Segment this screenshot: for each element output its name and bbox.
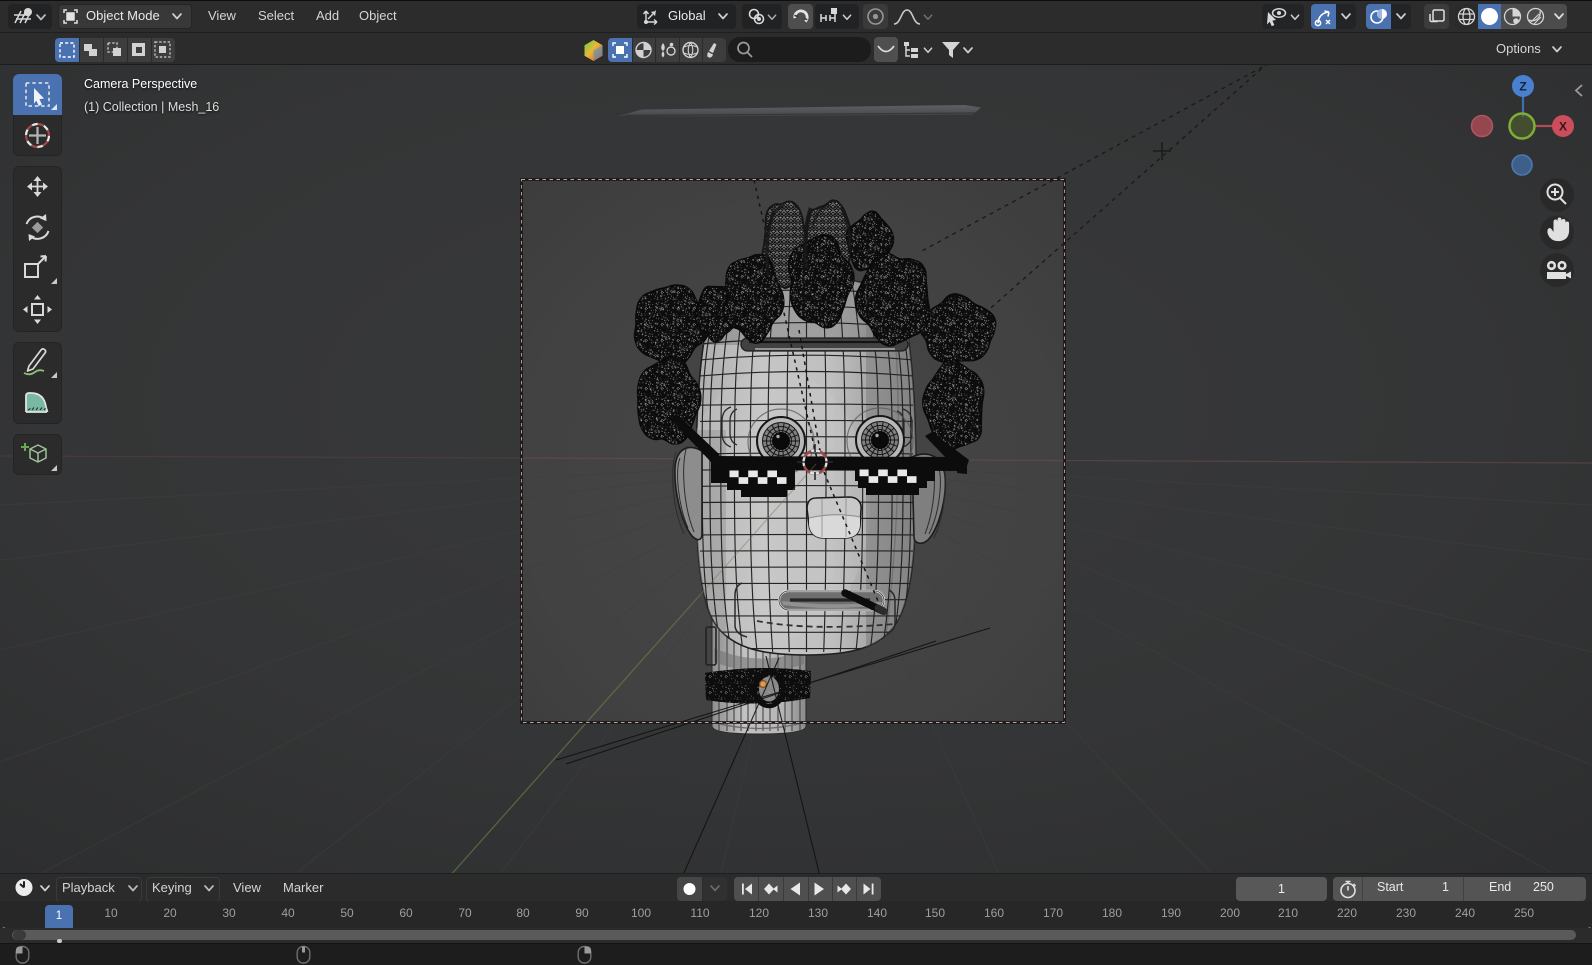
svg-text:X: X: [1559, 120, 1567, 134]
svg-text:Z: Z: [1519, 80, 1526, 94]
